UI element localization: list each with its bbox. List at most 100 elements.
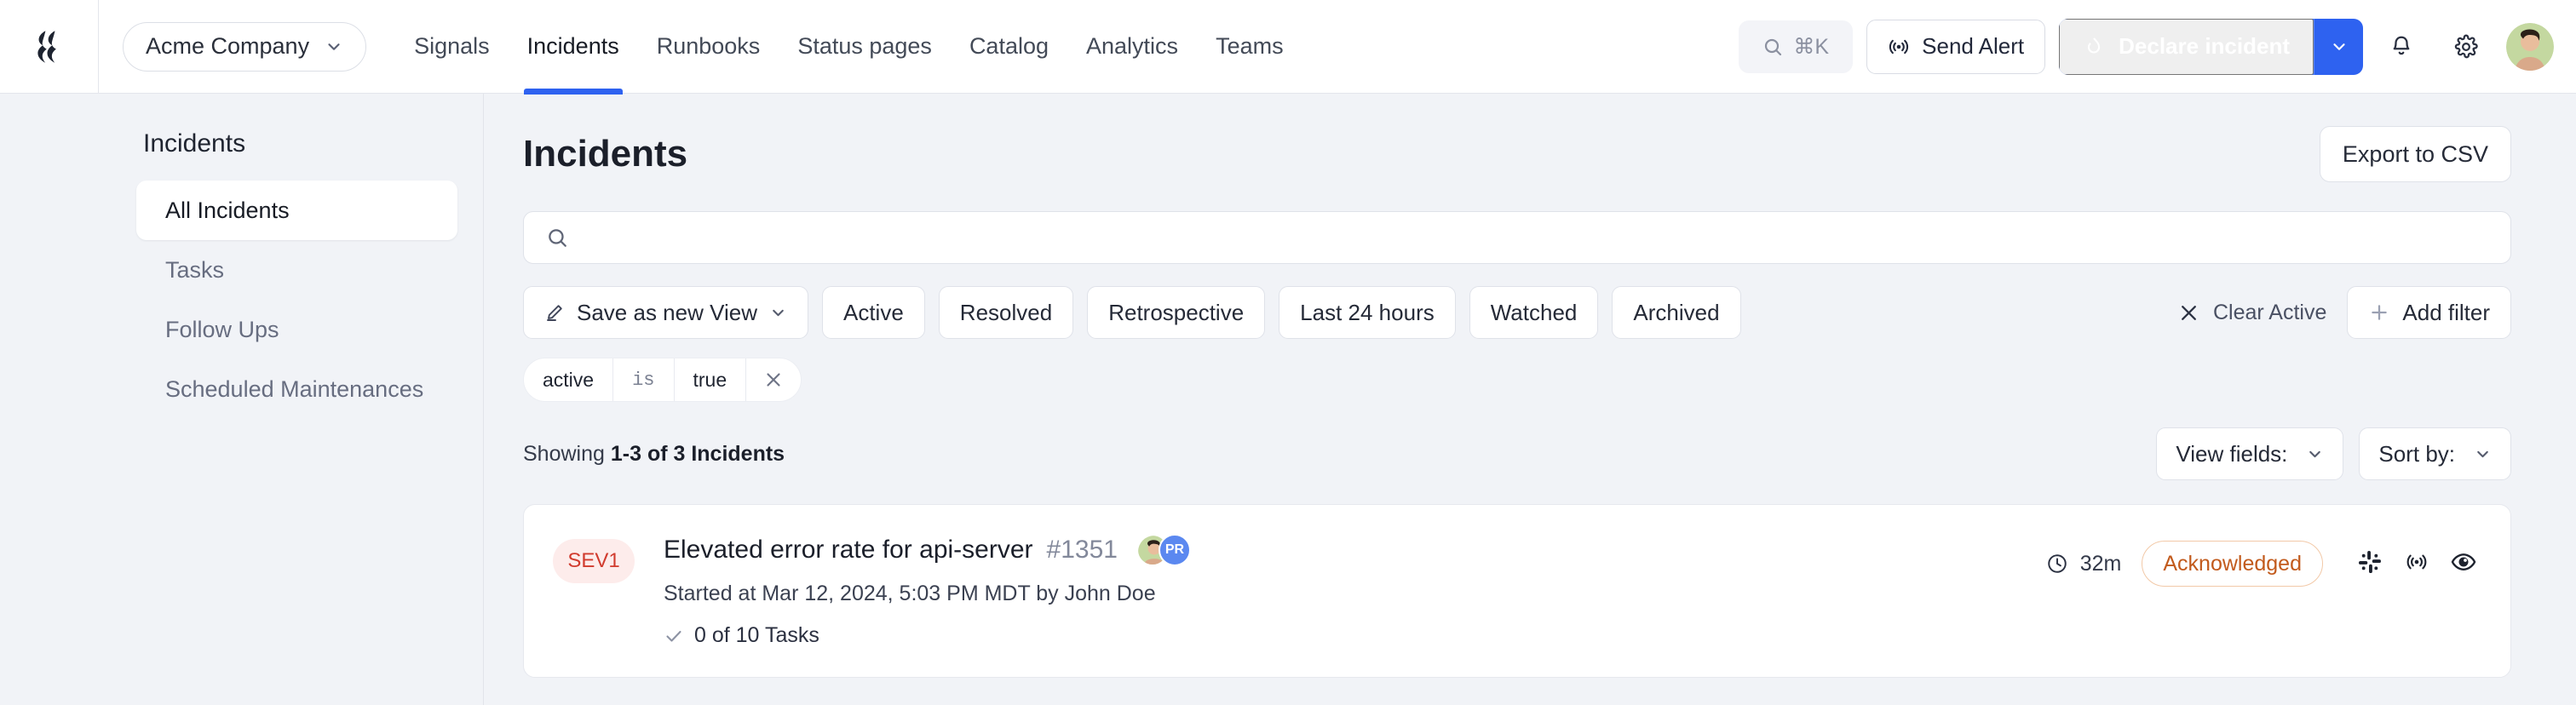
save-as-new-view-label: Save as new View [577,299,757,325]
export-to-csv-label: Export to CSV [2342,140,2488,167]
filter-pill-last-24-hours[interactable]: Last 24 hours [1279,286,1456,339]
filter-pill-archived[interactable]: Archived [1612,286,1741,339]
chevron-down-icon [2309,450,2321,457]
send-alert-label: Send Alert [1922,33,2025,59]
broadcast-icon [1889,39,1909,54]
results-summary-row: Showing 1-3 of 3 Incidents View fields: … [523,427,2511,480]
nav-item-runbooks[interactable]: Runbooks [638,0,779,94]
app-logo[interactable] [0,0,99,94]
filter-pill-resolved[interactable]: Resolved [938,286,1074,339]
incident-card[interactable]: SEV1 Elevated error rate for api-server … [523,504,2511,678]
sidebar-item-label: Scheduled Maintenances [165,375,424,402]
showing-count: Showing 1-3 of 3 Incidents [523,442,785,467]
showing-prefix: Showing [523,441,605,466]
sidebar: Incidents All Incidents Tasks Follow Ups… [0,94,484,705]
clock-icon [2048,554,2067,573]
filter-pill-label: Active [842,299,904,325]
showing-range: 1-3 of 3 Incidents [610,441,785,466]
sidebar-item-tasks[interactable]: Tasks [136,240,457,300]
view-fields-label: View fields: [2176,440,2288,467]
results-controls: View fields: Sort by: [2156,427,2511,480]
sidebar-item-label: All Incidents [165,197,290,223]
nav-item-status-pages[interactable]: Status pages [779,0,951,94]
nav-item-catalog[interactable]: Catalog [951,0,1067,94]
status-badge: Acknowledged [2142,541,2323,587]
send-alert-button[interactable]: Send Alert [1866,19,2046,74]
slack-icon[interactable] [2357,549,2383,579]
filter-chip-value[interactable]: true [675,358,747,401]
filter-pill-label: Watched [1490,299,1578,325]
sidebar-item-follow-ups[interactable]: Follow Ups [136,300,457,359]
filter-toolbar: Save as new View Active Resolved Retrosp… [523,286,2511,339]
notifications-button[interactable] [2375,20,2428,73]
incident-tasks-label: 0 of 10 Tasks [694,623,819,647]
org-switcher[interactable]: Acme Company [123,21,367,72]
save-as-new-view-button[interactable]: Save as new View [523,286,808,339]
content-header: Incidents Export to CSV [523,126,2511,182]
sort-by-dropdown[interactable]: Sort by: [2359,427,2511,480]
flame-icon [2088,37,2101,54]
page-title: Incidents [523,133,688,175]
sort-by-label: Sort by: [2378,440,2455,467]
check-icon [666,630,681,642]
clear-active-label: Clear Active [2213,300,2327,324]
assignee-avatar-initials[interactable]: PR [1158,534,1191,566]
nav-item-analytics[interactable]: Analytics [1067,0,1197,94]
incident-title[interactable]: Elevated error rate for api-server [664,536,1033,565]
main-content: Incidents Export to CSV Save as new View… [484,94,2576,705]
broadcast-icon[interactable] [2405,550,2429,578]
sidebar-item-scheduled-maintenances[interactable]: Scheduled Maintenances [136,359,457,419]
view-fields-dropdown[interactable]: View fields: [2156,427,2344,480]
org-switcher-label: Acme Company [146,33,310,59]
nav-item-signals[interactable]: Signals [395,0,509,94]
filter-pill-label: Resolved [959,299,1053,325]
incident-tasks[interactable]: 0 of 10 Tasks [664,623,2046,648]
filter-chip-remove[interactable] [746,358,801,401]
global-search-button[interactable]: ⌘K [1739,20,1854,73]
clear-active-button[interactable]: Clear Active [2178,301,2333,325]
search-icon [1765,38,1782,55]
add-filter-button[interactable]: Add filter [2347,286,2511,339]
eye-glyph [2451,553,2476,570]
incident-details: Elevated error rate for api-server #1351… [664,534,2046,648]
nav-item-teams[interactable]: Teams [1197,0,1302,94]
avatar-image [2506,22,2554,71]
incident-duration-label: 32m [2079,551,2122,576]
search-shortcut-label: ⌘K [1793,34,1829,59]
filter-chip-operator[interactable]: is [613,358,675,401]
main-nav: Signals Incidents Runbooks Status pages … [395,0,1302,95]
user-avatar[interactable] [2506,22,2554,71]
filter-chip-active[interactable]: active is true [523,358,802,402]
declare-incident-label: Declare incident [2119,33,2290,59]
search-input[interactable] [584,224,2488,251]
incident-actions [2357,549,2476,579]
filter-pill-active[interactable]: Active [821,286,925,339]
incident-duration: 32m [2046,551,2122,576]
search-bar[interactable] [523,211,2511,264]
incident-meta: 32m Acknowledged [2046,541,2476,587]
chevron-down-icon [773,309,784,316]
sidebar-item-label: Tasks [165,256,225,283]
top-navigation-bar: Acme Company Signals Incidents Runbooks … [0,0,2576,95]
incident-assignees: PR [1136,534,1191,566]
search-icon [549,229,566,247]
close-icon [2182,305,2196,320]
pencil-icon [547,305,562,321]
topbar-actions: ⌘K Send Alert Declare incident [1739,18,2576,75]
add-filter-label: Add filter [2402,299,2490,325]
incident-title-row: Elevated error rate for api-server #1351… [664,534,2046,566]
declare-incident-button[interactable]: Declare incident [2059,18,2314,75]
settings-button[interactable] [2440,20,2493,73]
export-to-csv-button[interactable]: Export to CSV [2319,126,2511,182]
eye-icon[interactable] [2451,549,2476,579]
filter-chip-field[interactable]: active [524,358,614,401]
chevron-down-icon [328,43,340,50]
broadcast-glyph [2406,554,2427,569]
nav-item-incidents[interactable]: Incidents [509,0,638,95]
filter-pill-watched[interactable]: Watched [1469,286,1599,339]
sidebar-item-all-incidents[interactable]: All Incidents [136,181,457,240]
declare-incident-caret[interactable] [2314,18,2363,75]
chevron-down-icon [2477,450,2488,457]
filter-pill-retrospective[interactable]: Retrospective [1087,286,1266,339]
filter-pill-label: Retrospective [1108,299,1245,325]
